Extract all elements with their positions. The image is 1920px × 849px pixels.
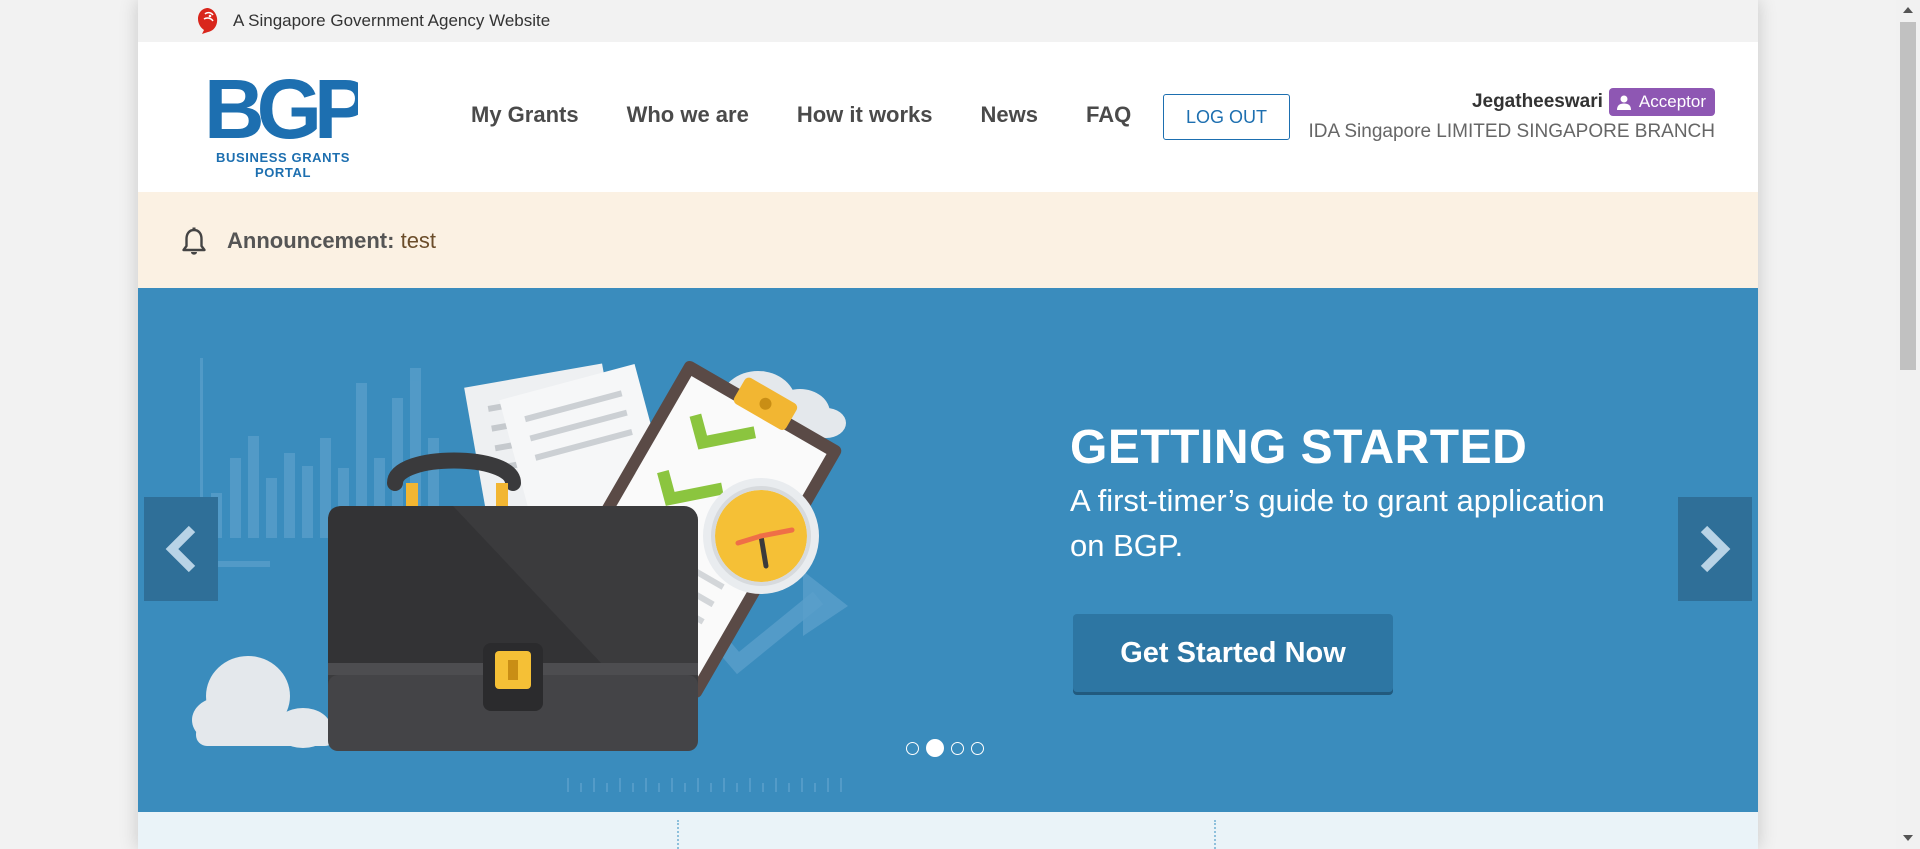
page: A Singapore Government Agency Website BG… — [138, 0, 1758, 849]
nav-who-we-are[interactable]: Who we are — [627, 102, 749, 128]
chevron-right-icon — [1700, 525, 1731, 573]
section-divider — [1214, 820, 1216, 849]
page-scrollbar[interactable] — [1896, 0, 1920, 849]
role-badge[interactable]: Acceptor — [1608, 88, 1715, 116]
hero-carousel: GETTING STARTED A first-timer’s guide to… — [138, 288, 1758, 812]
gov-masthead: A Singapore Government Agency Website — [138, 0, 1758, 42]
header: BGP BUSINESS GRANTS PORTAL My Grants Who… — [138, 42, 1758, 192]
logo-tagline: BUSINESS GRANTS PORTAL — [216, 150, 350, 180]
organisation-name: IDA Singapore LIMITED SINGAPORE BRANCH — [1308, 121, 1715, 142]
carousel-next-button[interactable] — [1678, 497, 1752, 601]
carousel-prev-button[interactable] — [144, 497, 218, 601]
bgp-logo-text: BGP — [208, 68, 358, 148]
carousel-dot-4[interactable] — [971, 741, 984, 755]
announcement-label: Announcement: — [227, 228, 395, 253]
user-info: Jegatheeswari Acceptor IDA Singapore LIM… — [1308, 88, 1715, 143]
user-icon — [1616, 95, 1631, 110]
user-name: Jegatheeswari — [1471, 91, 1603, 112]
hero-title: GETTING STARTED — [1070, 421, 1528, 474]
next-section — [138, 812, 1758, 849]
scroll-up-arrow-icon[interactable] — [1903, 7, 1913, 13]
announcement-bar: Announcement: test — [138, 192, 1758, 288]
nav-faq[interactable]: FAQ — [1086, 102, 1131, 128]
carousel-dot-1[interactable] — [906, 741, 919, 755]
lion-head-icon — [198, 8, 218, 34]
scrollbar-thumb[interactable] — [1900, 22, 1916, 370]
scroll-down-arrow-icon[interactable] — [1903, 835, 1913, 841]
chevron-left-icon — [165, 525, 196, 573]
section-divider — [677, 820, 679, 849]
nav-how-it-works[interactable]: How it works — [797, 102, 933, 128]
masthead-text: A Singapore Government Agency Website — [233, 11, 551, 30]
carousel-indicators — [906, 739, 984, 757]
bgp-logo[interactable]: BGP BUSINESS GRANTS PORTAL — [188, 68, 378, 180]
announcement-text: test — [400, 228, 437, 253]
bgp-logo-mark: BGP — [208, 68, 358, 148]
nav-news[interactable]: News — [981, 102, 1038, 128]
bell-icon — [182, 227, 206, 255]
role-label: Acceptor — [1638, 92, 1706, 111]
main-nav: My Grants Who we are How it works News F… — [471, 102, 1179, 128]
briefcase-illustration — [192, 358, 848, 792]
get-started-button[interactable]: Get Started Now — [1073, 614, 1393, 692]
hero-subtitle: A first-timer’s guide to grant applicati… — [1070, 483, 1605, 563]
carousel-dot-2[interactable] — [926, 739, 944, 757]
logout-button[interactable]: LOG OUT — [1163, 94, 1290, 140]
carousel-dot-3[interactable] — [951, 741, 964, 755]
nav-my-grants[interactable]: My Grants — [471, 102, 579, 128]
